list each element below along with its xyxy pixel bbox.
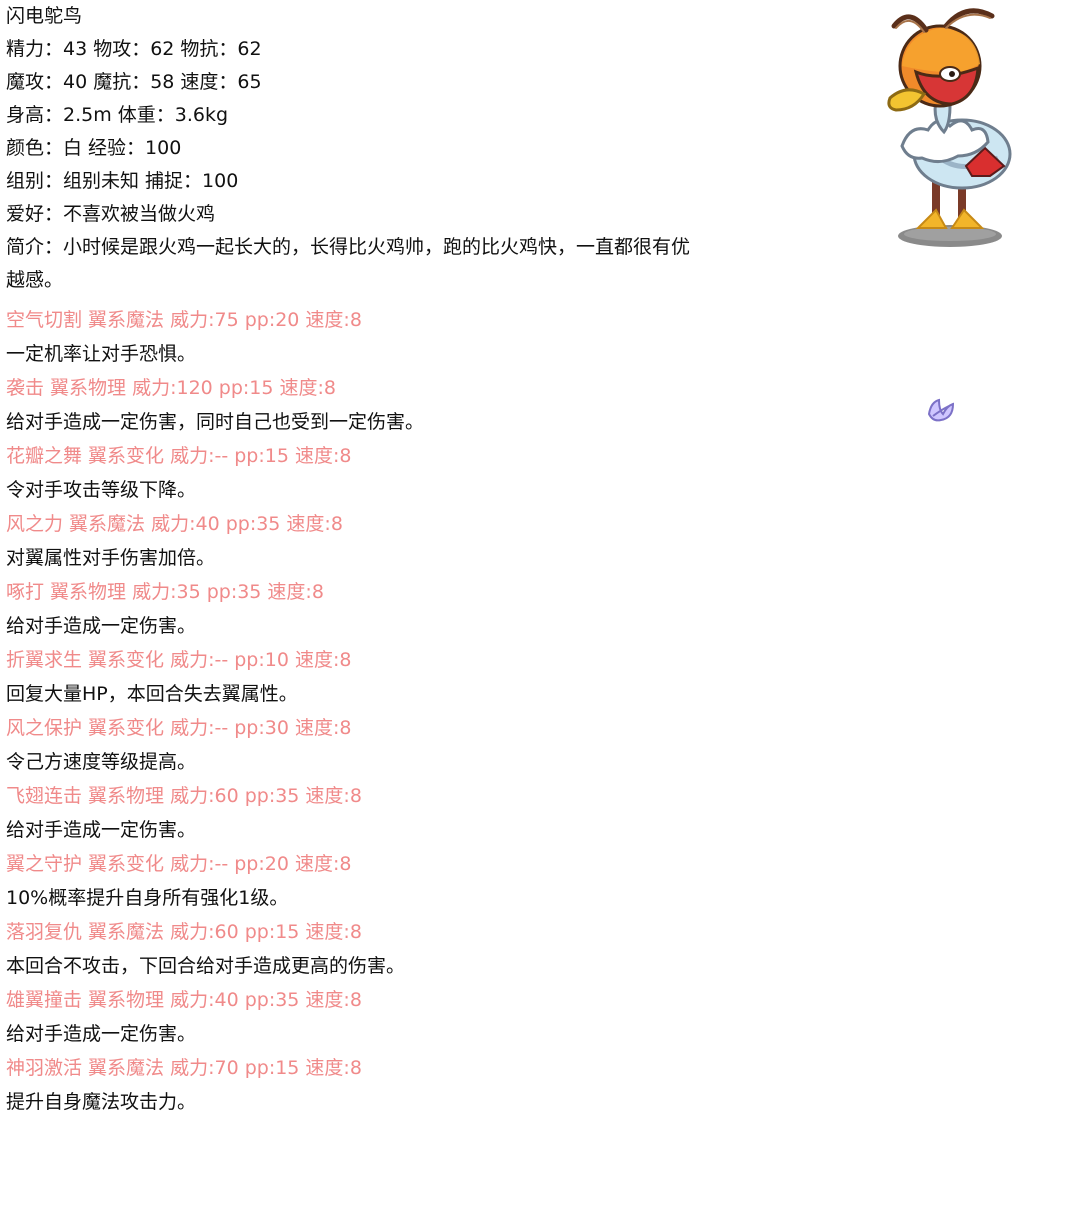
skill-item: 折翼求生 翼系变化 威力:-- pp:10 速度:8 回复大量HP，本回合失去翼… — [6, 643, 696, 711]
pet-name: 闪电鸵鸟 — [6, 5, 83, 27]
skill-item: 空气切割 翼系魔法 威力:75 pp:20 速度:8 一定机率让对手恐惧。 — [6, 303, 696, 371]
skill-title: 风之保护 翼系变化 威力:-- pp:30 速度:8 — [6, 717, 352, 739]
skill-item: 落羽复仇 翼系魔法 威力:60 pp:15 速度:8 本回合不攻击，下回合给对手… — [6, 915, 696, 983]
skill-desc: 给对手造成一定伤害。 — [6, 615, 197, 637]
stats-line-2: 魔攻：40 魔抗：58 速度：65 — [6, 71, 262, 93]
skill-item: 飞翅连击 翼系物理 威力:60 pp:35 速度:8 给对手造成一定伤害。 — [6, 779, 696, 847]
skill-item: 风之力 翼系魔法 威力:40 pp:35 速度:8 对翼属性对手伤害加倍。 — [6, 507, 696, 575]
skill-title: 袭击 翼系物理 威力:120 pp:15 速度:8 — [6, 377, 337, 399]
skill-title: 啄打 翼系物理 威力:35 pp:35 速度:8 — [6, 581, 324, 603]
skill-desc: 本回合不攻击，下回合给对手造成更高的伤害。 — [6, 955, 406, 977]
skill-title: 落羽复仇 翼系魔法 威力:60 pp:15 速度:8 — [6, 921, 362, 943]
skill-item: 神羽激活 翼系魔法 威力:70 pp:15 速度:8 提升自身魔法攻击力。 — [6, 1051, 696, 1119]
skill-item: 袭击 翼系物理 威力:120 pp:15 速度:8 给对手造成一定伤害，同时自己… — [6, 371, 696, 439]
feather-icon — [925, 396, 955, 424]
skill-desc: 给对手造成一定伤害。 — [6, 1023, 197, 1045]
stats-line-4: 颜色：白 经验：100 — [6, 137, 182, 159]
skill-title: 风之力 翼系魔法 威力:40 pp:35 速度:8 — [6, 513, 343, 535]
skill-desc: 回复大量HP，本回合失去翼属性。 — [6, 683, 298, 705]
skill-item: 花瓣之舞 翼系变化 威力:-- pp:15 速度:8 令对手攻击等级下降。 — [6, 439, 696, 507]
stats-line-1: 精力：43 物攻：62 物抗：62 — [6, 38, 262, 60]
skill-title: 空气切割 翼系魔法 威力:75 pp:20 速度:8 — [6, 309, 362, 331]
skill-desc: 一定机率让对手恐惧。 — [6, 343, 197, 365]
skill-desc: 给对手造成一定伤害，同时自己也受到一定伤害。 — [6, 411, 425, 433]
skill-item: 风之保护 翼系变化 威力:-- pp:30 速度:8 令己方速度等级提高。 — [6, 711, 696, 779]
skill-desc: 10%概率提升自身所有强化1级。 — [6, 887, 289, 909]
skill-desc: 对翼属性对手伤害加倍。 — [6, 547, 216, 569]
skill-item: 雄翼撞击 翼系物理 威力:40 pp:35 速度:8 给对手造成一定伤害。 — [6, 983, 696, 1051]
skill-desc: 令对手攻击等级下降。 — [6, 479, 197, 501]
stats-line-3: 身高：2.5m 体重：3.6kg — [6, 104, 229, 126]
skill-title: 飞翅连击 翼系物理 威力:60 pp:35 速度:8 — [6, 785, 362, 807]
skill-title: 神羽激活 翼系魔法 威力:70 pp:15 速度:8 — [6, 1057, 362, 1079]
skill-item: 啄打 翼系物理 威力:35 pp:35 速度:8 给对手造成一定伤害。 — [6, 575, 696, 643]
skill-title: 雄翼撞击 翼系物理 威力:40 pp:35 速度:8 — [6, 989, 362, 1011]
skill-title: 翼之守护 翼系变化 威力:-- pp:20 速度:8 — [6, 853, 352, 875]
skill-title: 折翼求生 翼系变化 威力:-- pp:10 速度:8 — [6, 649, 352, 671]
stats-line-5: 组别：组别未知 捕捉：100 — [6, 170, 239, 192]
skill-desc: 提升自身魔法攻击力。 — [6, 1091, 197, 1113]
skill-list: 空气切割 翼系魔法 威力:75 pp:20 速度:8 一定机率让对手恐惧。 袭击… — [6, 303, 696, 1119]
ostrich-creature-image — [880, 6, 1025, 251]
pet-intro: 简介：小时候是跟火鸡一起长大的，长得比火鸡帅，跑的比火鸡快，一直都很有优越感。 — [6, 236, 691, 291]
skill-desc: 令己方速度等级提高。 — [6, 751, 197, 773]
skill-title: 花瓣之舞 翼系变化 威力:-- pp:15 速度:8 — [6, 445, 352, 467]
pet-info: 闪电鸵鸟 精力：43 物攻：62 物抗：62 魔攻：40 魔抗：58 速度：65… — [6, 0, 696, 1119]
skill-desc: 给对手造成一定伤害。 — [6, 819, 197, 841]
skill-item: 翼之守护 翼系变化 威力:-- pp:20 速度:8 10%概率提升自身所有强化… — [6, 847, 696, 915]
stats-line-6: 爱好：不喜欢被当做火鸡 — [6, 203, 216, 225]
